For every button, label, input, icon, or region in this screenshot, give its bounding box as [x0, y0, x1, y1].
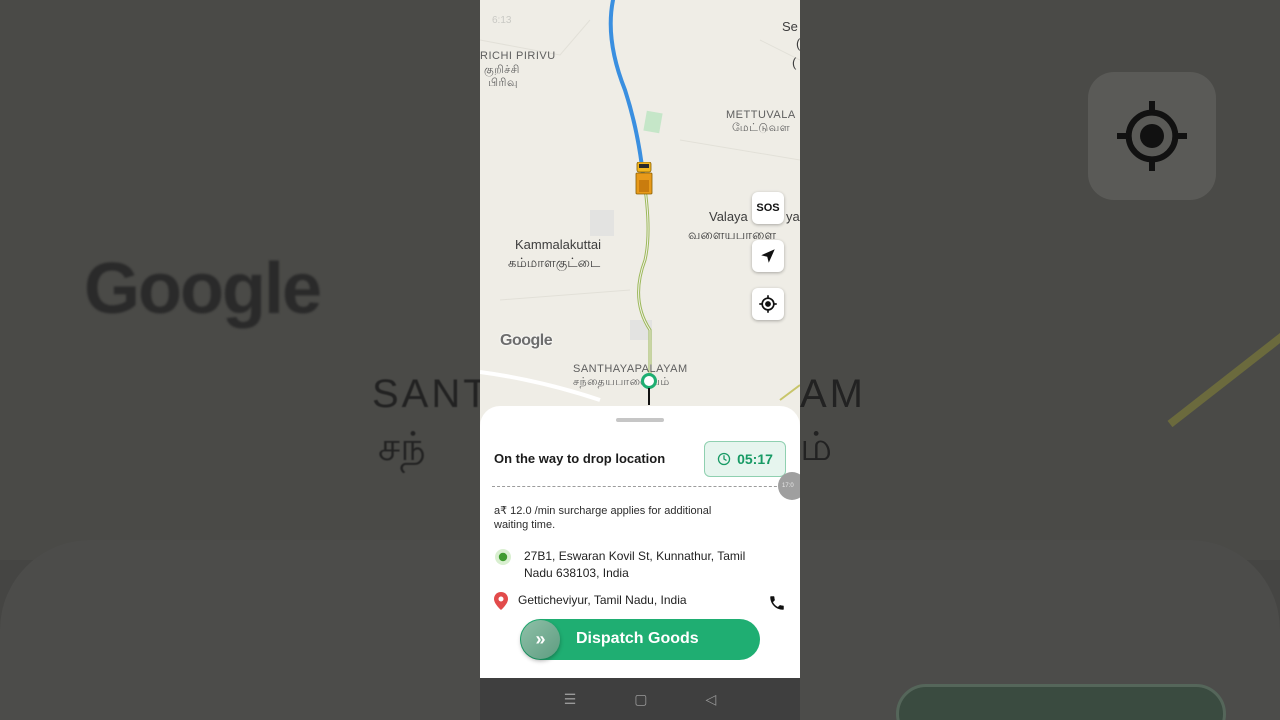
my-location-icon [759, 295, 777, 313]
drop-pin-icon [494, 592, 508, 610]
navigation-arrow-icon [761, 249, 775, 263]
background-place-label-right: AM [800, 372, 866, 416]
pickup-address: 27B1, Eswaran Kovil St, Kunnathur, Tamil… [524, 549, 746, 580]
back-icon[interactable]: ◁ [706, 691, 717, 708]
dispatch-goods-label: Dispatch Goods [576, 630, 699, 647]
map-label-se-3: ( [792, 55, 797, 70]
waiting-timer: 05:17 [704, 441, 786, 477]
double-chevron-right-icon: » [535, 629, 546, 649]
background-google-logo: Google [84, 249, 322, 329]
map-label-richi-pirivu-tamil: குறிச்சி [484, 64, 520, 76]
map-label-valaya-2: yan [786, 209, 800, 224]
sos-button[interactable]: SOS [752, 192, 784, 224]
system-nav-bar: ☰ ▢ ◁ [480, 678, 800, 720]
destination-pin-icon [641, 373, 657, 405]
call-button[interactable] [766, 592, 788, 614]
map-label-kammalakuttai-tamil: கம்மாளகுட்டை [508, 255, 601, 270]
background-my-location-icon [1117, 101, 1187, 171]
map-label-valaya: Valaya [709, 209, 748, 224]
timer-value: 05:17 [737, 451, 773, 467]
map-view[interactable]: RICHI PIRIVU குறிச்சி பிரிவு METTUVALA ம… [480, 0, 800, 420]
trip-status-text: On the way to drop location [494, 451, 666, 466]
trip-bottom-sheet: On the way to drop location 05:17 17:0 a… [480, 406, 800, 678]
status-time: 6:13 [492, 14, 512, 26]
map-label-santhayapalayam: SANTHAYAPALAYAM [573, 363, 688, 375]
recenter-button[interactable] [752, 288, 784, 320]
map-label-richi-pirivu-tamil-2: பிரிவு [488, 77, 518, 89]
dispatch-goods-slider[interactable]: » Dispatch Goods [520, 619, 760, 660]
clock-icon [717, 452, 731, 466]
background-dispatch-pill [896, 684, 1226, 720]
map-label-mettuvalasu: METTUVALA [726, 109, 796, 121]
pickup-address-row: 27B1, Eswaran Kovil St, Kunnathur, Tamil… [494, 548, 774, 582]
pickup-dot-icon [495, 549, 511, 565]
google-logo: Google [500, 332, 553, 349]
slider-knob[interactable]: » [521, 620, 560, 659]
truck-icon [635, 162, 653, 195]
phone-screen: RICHI PIRIVU குறிச்சி பிரிவு METTUVALA ம… [480, 0, 800, 720]
map-label-mettuvalasu-tamil: மேட்டுவள [732, 122, 791, 134]
drop-address: Getticheviyur, Tamil Nadu, India [518, 593, 687, 607]
drop-address-row: Getticheviyur, Tamil Nadu, India [494, 592, 724, 610]
recents-icon[interactable]: ☰ [564, 691, 577, 708]
background-location-button [1088, 72, 1216, 200]
phone-icon [770, 596, 784, 610]
navigate-button[interactable] [752, 240, 784, 272]
background-place-label-right-tamil: ம் [800, 425, 833, 469]
dashed-divider [492, 486, 792, 487]
home-icon[interactable]: ▢ [634, 691, 647, 708]
sheet-drag-handle[interactable] [616, 418, 664, 422]
map-label-kammalakuttai: Kammalakuttai [515, 237, 601, 252]
map-label-richi-pirivu: RICHI PIRIVU [480, 50, 556, 62]
background-place-label: SANT [372, 372, 491, 416]
sos-label: SOS [756, 202, 780, 214]
floating-bubble[interactable]: 17:0 [778, 472, 800, 500]
status-bar: 6:13 [480, 0, 800, 40]
surcharge-note: a₹ 12.0 /min surcharge applies for addit… [494, 505, 712, 531]
floating-bubble-text: 17:0 [782, 483, 794, 489]
background-place-label-tamil: சந் [378, 425, 426, 469]
